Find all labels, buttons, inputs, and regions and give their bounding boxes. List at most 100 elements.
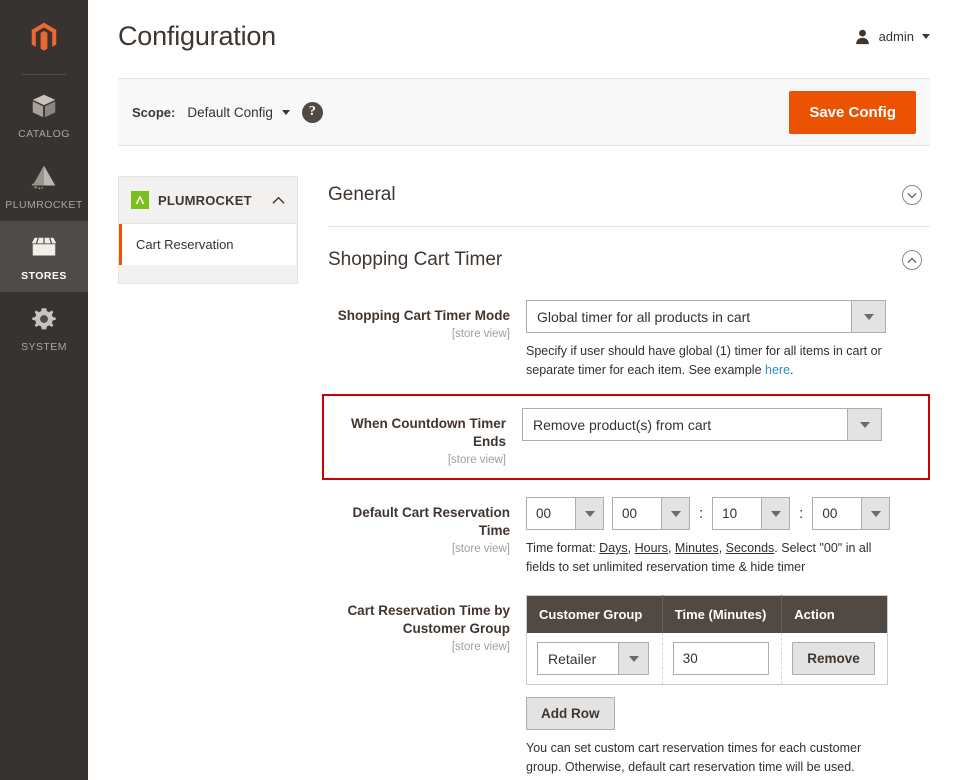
select-value: 00 [622,506,638,521]
section-title: General [328,184,396,205]
chevron-up-icon [272,196,285,204]
column-header-time-minutes: Time (Minutes) [662,595,783,633]
sidebar-item-label: PLUMROCKET [5,199,83,211]
help-comma: , [718,541,726,555]
select-value: Remove product(s) from cart [533,416,712,433]
chevron-down-icon [922,34,930,39]
table-header-row: Customer Group Time (Minutes) Action [526,595,888,633]
field-reservation-by-customer-group: Cart Reservation Time by Customer Group … [328,586,930,780]
field-label: Default Cart Reservation Time [352,505,510,538]
admin-sidebar: CATALOG PLUMROCKET STORES SYSTEM [0,0,88,780]
section-shopping-cart-timer[interactable]: Shopping Cart Timer [328,226,930,291]
gear-icon [32,308,56,330]
storefront-icon [31,237,57,256]
cell-customer-group: Retailer [526,633,663,685]
pyramid-icon [31,165,56,190]
question-mark-icon[interactable]: ? [301,101,323,123]
box-icon [32,94,56,118]
help-text-post: . [790,363,794,377]
field-label: Shopping Cart Timer Mode [337,308,510,323]
scope-selector[interactable]: Default Config [187,105,290,120]
field-label: When Countdown Timer Ends [351,416,506,449]
sidebar-item-label: STORES [21,270,67,282]
config-nav: PLUMROCKET Cart Reservation [118,176,298,780]
table-row: Retailer Remove [526,633,888,685]
add-row-button[interactable]: Add Row [526,697,615,730]
sidebar-item-stores[interactable]: STORES [0,221,88,292]
admin-user-menu[interactable]: admin [854,28,930,45]
help-term-seconds: Seconds [725,541,775,555]
page-title: Configuration [118,21,277,51]
chevron-down-icon [661,498,689,529]
help-text-pre: Specify if user should have global (1) t… [526,344,882,377]
countdown-ends-select[interactable]: Remove product(s) from cart [522,408,882,441]
config-nav-item-label: Cart Reservation [136,237,234,252]
help-term-days: Days [599,541,628,555]
help-text-pre: Time format: [526,541,600,555]
cell-time-minutes [662,633,783,685]
customer-group-table: Customer Group Time (Minutes) Action Ret… [526,595,888,685]
field-label: Cart Reservation Time by Customer Group [347,603,510,636]
field-timer-mode: Shopping Cart Timer Mode [store view] Gl… [328,291,930,389]
field-countdown-ends-highlighted: When Countdown Timer Ends [store view] R… [322,394,930,480]
time-separator: : [799,505,804,522]
save-config-button[interactable]: Save Config [789,90,916,134]
minutes-select[interactable]: 10 [712,497,791,530]
section-title: Shopping Cart Timer [328,249,503,270]
chevron-up-icon[interactable] [902,250,922,270]
config-nav-group-title: PLUMROCKET [158,192,252,208]
sidebar-item-catalog[interactable]: CATALOG [0,79,88,150]
chevron-down-icon [575,498,603,529]
help-term-minutes: Minutes [674,541,719,555]
timer-mode-select[interactable]: Global timer for all products in cart [526,300,886,333]
select-value: 00 [536,506,552,521]
chevron-down-icon [618,643,648,674]
field-scope: [store view] [451,641,510,653]
magento-logo[interactable] [0,6,88,68]
chevron-down-icon [281,109,290,115]
select-value: Retailer [548,650,597,667]
days-select[interactable]: 00 [526,497,604,530]
help-term-hours: Hours [634,541,668,555]
help-comma: , [667,541,675,555]
scope-value: Default Config [187,104,273,120]
sidebar-item-label: SYSTEM [21,341,67,353]
config-nav-group-plumrocket[interactable]: PLUMROCKET [118,176,298,224]
help-example-link[interactable]: here [765,363,790,377]
rail-divider [22,74,66,75]
select-value: 10 [722,506,738,521]
config-nav-item-cart-reservation[interactable]: Cart Reservation [119,224,296,265]
chevron-down-icon[interactable] [902,185,922,205]
field-default-reservation-time: Default Cart Reservation Time [store vie… [328,488,930,586]
sidebar-item-system[interactable]: SYSTEM [0,292,88,363]
select-value: 00 [822,506,838,521]
chevron-down-icon [861,498,890,529]
column-header-action: Action [781,595,888,633]
field-scope: [store view] [451,328,510,340]
scope-bar: Scope: Default Config ? Save Config [118,78,930,146]
seconds-select[interactable]: 00 [812,497,891,530]
admin-user-name: admin [878,29,914,44]
select-value: Global timer for all products in cart [537,308,751,325]
config-sections: General Shopping Cart Timer Shopping Car… [322,176,930,780]
chevron-down-icon [847,409,881,440]
field-scope: [store view] [447,454,506,466]
sidebar-item-plumrocket[interactable]: PLUMROCKET [0,150,88,221]
remove-row-button[interactable]: Remove [792,642,875,675]
column-header-customer-group: Customer Group [526,595,663,633]
time-selectors: 00 00 : 10 : 00 [526,497,930,530]
field-help-text: Time format: Days, Hours, Minutes, Secon… [526,539,898,577]
user-avatar-icon [855,29,869,45]
plumrocket-logo-icon [131,191,149,209]
field-help-text: You can set custom cart reservation time… [526,741,862,774]
chevron-down-icon [761,498,790,529]
section-general[interactable]: General [328,176,930,226]
time-minutes-input[interactable] [672,642,769,675]
hours-select[interactable]: 00 [612,497,690,530]
magento-logo-icon [31,22,57,51]
main-content: Configuration admin Scope: Default Confi… [88,0,960,780]
customer-group-select[interactable]: Retailer [537,642,649,675]
time-separator: : [699,505,704,522]
page-header: Configuration admin [88,0,960,78]
field-scope: [store view] [451,543,510,555]
